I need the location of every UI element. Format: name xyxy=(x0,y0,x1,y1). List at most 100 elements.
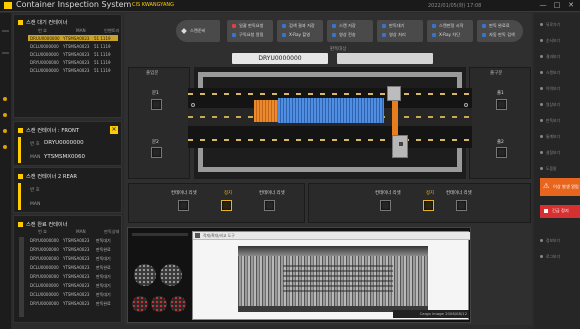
sensor-icon xyxy=(191,103,195,107)
exit-door-1-button[interactable] xyxy=(496,99,507,110)
right-menu-item[interactable]: 영상보기 xyxy=(546,102,560,108)
table-row[interactable]: DRYU0000000 YTSMSA0023 판독대기 xyxy=(28,255,118,261)
emergency-stop-button[interactable]: 긴급 정지 xyxy=(540,205,580,218)
thumbnail-4[interactable] xyxy=(151,296,167,312)
thumbnail-3[interactable] xyxy=(132,296,148,312)
strip-mark xyxy=(2,30,9,32)
right-menu-item[interactable]: 정보보기 xyxy=(546,238,560,244)
table-row[interactable]: DRUU0000000 YTSMSA0023 51 1119 xyxy=(28,35,118,41)
entrance-door-1-button[interactable] xyxy=(151,99,162,110)
step-3[interactable]: 스캔 저장 영상 전송 xyxy=(327,20,373,42)
exit-box xyxy=(469,67,531,179)
rear-indicator xyxy=(18,183,21,210)
toolbar-label: 적재/확대/비교 도구 xyxy=(203,233,235,238)
maximize-icon[interactable]: □ xyxy=(552,1,562,10)
exit-label: 출구문 xyxy=(490,71,503,76)
right-menu-item[interactable]: 스캔보기 xyxy=(546,70,560,76)
stop-left-button[interactable] xyxy=(221,200,232,211)
table-row[interactable]: DCLU0000000 YTSMSA0023 51 1119 xyxy=(28,51,118,57)
step-start[interactable]: 스캔준비 xyxy=(176,20,220,42)
thumbnail-1[interactable] xyxy=(134,264,156,286)
xray-toolbar: 적재/확대/비교 도구 xyxy=(193,232,470,240)
front-no-label: 번 호 xyxy=(30,142,40,147)
entrance-box xyxy=(128,67,190,179)
reset-right-button[interactable] xyxy=(380,200,391,211)
app-subtitle: CIS KWANGYANG xyxy=(132,2,174,8)
minimize-icon[interactable]: — xyxy=(538,1,548,10)
reset-left-button[interactable] xyxy=(178,200,189,211)
entrance-label: 출입문 xyxy=(146,71,159,76)
alarm-label: 이상 발생 알림 xyxy=(553,184,579,189)
entrance-door-2-button[interactable] xyxy=(151,147,162,158)
reset-right-2-button[interactable] xyxy=(456,200,467,211)
step-5[interactable]: 스캔판정 시작 X-Ray 차단 xyxy=(427,20,473,42)
reset-left-2-button[interactable] xyxy=(264,200,275,211)
table-row[interactable]: DRYU0000000 YTSMSA0023 판독대기 xyxy=(28,237,118,243)
thumbnail-5[interactable] xyxy=(170,296,186,312)
done-scrollbar[interactable] xyxy=(19,237,24,317)
table-row[interactable]: DCLU0000000 YTSMSA0023 판독대기 xyxy=(28,291,118,297)
exit-door-2-button[interactable] xyxy=(496,147,507,158)
zoom-icon[interactable] xyxy=(195,233,200,238)
right-menu-item[interactable]: 판독보기 xyxy=(546,118,560,124)
waiting-title: 스캔 대기 컨테이너 xyxy=(18,19,67,26)
menu-dot-icon xyxy=(540,87,543,90)
arrow-icon xyxy=(181,28,187,34)
table-row[interactable]: DCLU0000000 YTSMSA0023 51 1119 xyxy=(28,43,118,49)
strip-mark xyxy=(2,52,9,54)
rear-title: 스캔 컨테이너 2 REAR xyxy=(18,173,77,180)
table-row[interactable]: DRYU0000000 YTSMSA0023 판독완료 xyxy=(28,246,118,252)
waiting-panel: 스캔 대기 컨테이너 번 호 MAN 인벤토리 DRUU0000000 YTSMSA0… xyxy=(13,14,122,118)
close-icon[interactable]: ✕ xyxy=(566,1,576,10)
rear-no-label: 번 호 xyxy=(30,188,40,193)
control-label: 정지 xyxy=(426,191,435,196)
scan-container-no-2 xyxy=(337,53,433,64)
step-1[interactable]: 일괄 판독요청 구독요청 알림 xyxy=(227,20,273,42)
menu-dot-icon xyxy=(540,135,543,138)
front-man-value: YTSMSMX0060 xyxy=(44,154,85,160)
waiting-header: 번 호 MAN 인벤토리 xyxy=(38,28,120,33)
right-menu-item[interactable]: 로그보기 xyxy=(546,254,560,260)
table-row[interactable]: DCLU0000000 YTSMSA0023 51 1119 xyxy=(28,67,118,73)
right-menu-item[interactable]: 순서보기 xyxy=(546,38,560,44)
table-row[interactable]: DRYU0000000 YTSMSA0023 판독대기 xyxy=(28,273,118,279)
container-body xyxy=(278,98,384,123)
step-6[interactable]: 판독 완료료 자동 판독 검색 xyxy=(477,20,523,42)
right-menu-item[interactable]: 설정보기 xyxy=(546,150,560,156)
thumbnail-2[interactable] xyxy=(160,264,182,286)
stop-right-button[interactable] xyxy=(423,200,434,211)
rail-bottom xyxy=(188,137,472,144)
table-row[interactable]: DRYU0000000 YTSMSA0023 51 1119 xyxy=(28,59,118,65)
menu-dot-icon xyxy=(540,71,543,74)
emergency-label: 긴급 정지 xyxy=(552,208,569,213)
viewer-header xyxy=(132,233,188,236)
xray-image[interactable]: 적재/확대/비교 도구 Cargo image 2008/08/12 xyxy=(192,231,470,320)
front-clear-icon[interactable]: ✕ xyxy=(110,126,118,134)
left-strip xyxy=(0,13,11,329)
table-row[interactable]: DCLU0000000 YTSMSA0023 판독대기 xyxy=(28,282,118,288)
table-row[interactable]: DRYU0000000 YTSMSA0023 판독완료 xyxy=(28,300,118,306)
step-4[interactable]: 판독대기 영상 처리 xyxy=(377,20,423,42)
status-dot xyxy=(3,97,7,101)
app-logo-icon xyxy=(4,2,12,9)
xray-cargo-detail xyxy=(283,262,393,292)
exit-btn-label: 출2 xyxy=(497,140,504,145)
right-menu-item[interactable]: 이력보기 xyxy=(546,86,560,92)
right-menu-item[interactable]: 결과보기 xyxy=(546,54,560,60)
table-row[interactable]: DCLU0000000 YTSMSA0023 판독완료 xyxy=(28,264,118,270)
done-list: DRYU0000000 YTSMSA0023 판독대기 DRYU0000000 YTS… xyxy=(28,237,120,321)
status-dot xyxy=(3,145,7,149)
alarm-button[interactable]: ⚠ 이상 발생 알림 xyxy=(540,178,580,196)
right-panel xyxy=(534,13,580,329)
front-title: 스캔 컨테이너 : FRONT xyxy=(18,127,79,134)
control-label: 컨테이너 리셋 xyxy=(171,191,197,196)
step-2[interactable]: 검색 결과 저장 X-Ray 촬영 xyxy=(277,20,323,42)
rear-man-label: MAN xyxy=(30,202,41,207)
left-control-box xyxy=(128,183,305,223)
right-menu-item[interactable]: 통계보기 xyxy=(546,134,560,140)
waiting-list: DRUU0000000 YTSMSA0023 51 1119 DCLU0000000… xyxy=(28,35,120,95)
detector-box xyxy=(392,135,408,158)
right-menu-item[interactable]: 도움말 xyxy=(546,166,556,172)
menu-dot-icon xyxy=(540,255,543,258)
right-menu-item[interactable]: 뒤로가기 xyxy=(546,22,560,28)
